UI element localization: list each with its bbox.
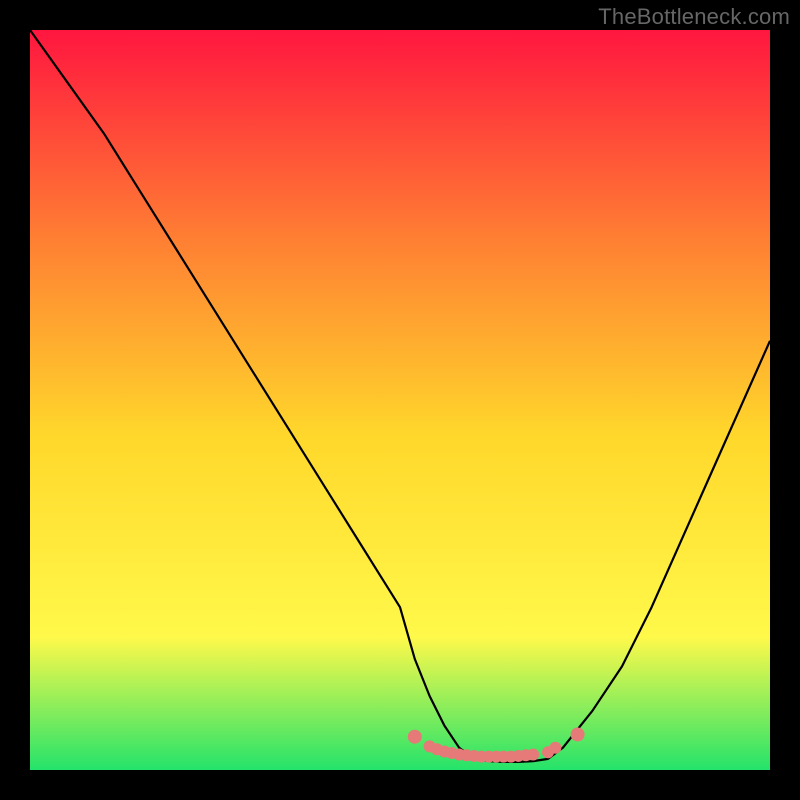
chart-plot-area — [30, 30, 770, 770]
watermark-text: TheBottleneck.com — [598, 4, 790, 30]
optimal-dot — [527, 748, 539, 760]
optimal-dot — [549, 742, 561, 754]
optimal-dot — [571, 727, 585, 741]
optimal-dot — [408, 730, 422, 744]
chart-svg — [30, 30, 770, 770]
chart-frame: TheBottleneck.com — [0, 0, 800, 800]
gradient-background — [30, 30, 770, 770]
